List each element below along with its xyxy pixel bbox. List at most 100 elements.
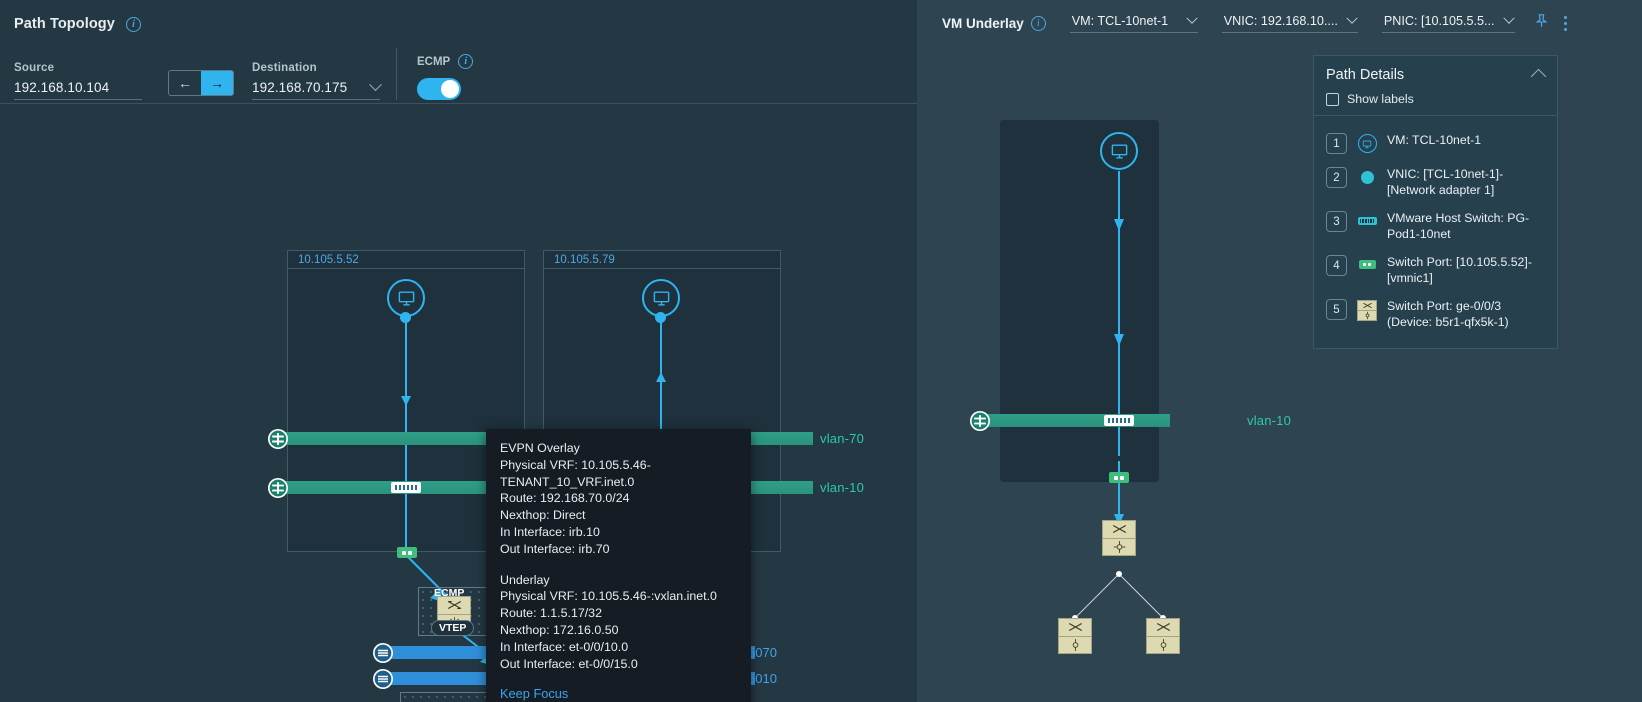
underlay-host-box[interactable] (1000, 120, 1159, 482)
router-icon (1160, 638, 1166, 651)
vxlan-5010-endpoint-icon[interactable] (373, 669, 393, 689)
step-text: VMware Host Switch: PG-Pod1-10net (1387, 211, 1530, 241)
underlay-vlan-endpoint-icon[interactable] (970, 411, 990, 431)
spine-1-router (1059, 637, 1091, 654)
tooltip-spacer (500, 558, 737, 572)
info-icon[interactable]: i (126, 17, 142, 32)
show-labels-checkbox[interactable]: Show labels (1326, 92, 1545, 106)
tooltip-line: Nexthop: 172.16.0.50 (500, 622, 619, 637)
vlan-70-endpoint-icon[interactable] (268, 429, 288, 449)
vm-icon (1356, 134, 1378, 153)
ecmp-toggle[interactable] (417, 78, 461, 100)
nic-pin (394, 485, 398, 490)
tooltip-section2-title: Underlay (500, 572, 550, 587)
nic-pin (1123, 418, 1127, 423)
chevron-down-icon[interactable] (369, 78, 382, 92)
path-topology-header: Path Topology i Source 192.168.10.104 ← … (0, 0, 917, 104)
underlay-spine-node-1[interactable] (1058, 618, 1092, 654)
pnic-dropdown[interactable]: PNIC: [10.105.5.5... (1381, 12, 1515, 33)
ecmp-node-label: ECMP (434, 587, 465, 599)
vm-node-1-dot (400, 312, 411, 323)
nic-pin (406, 485, 410, 490)
underlay-leaf-node[interactable] (1102, 520, 1136, 556)
path-detail-item-1[interactable]: 1 VM: TCL-10net-1 (1314, 126, 1557, 160)
vlan-10-nic-chip[interactable] (391, 482, 421, 493)
checkbox-box (1326, 92, 1339, 106)
nic-pin (1115, 418, 1119, 423)
direction-backward-button[interactable]: ← (169, 71, 201, 95)
step-text: VNIC: [TCL-10net-1]-[Network adapter 1] (1387, 167, 1504, 197)
vm-node-2-dot (655, 312, 666, 323)
source-input[interactable]: 192.168.10.104 (14, 80, 142, 100)
path-detail-item-3[interactable]: 3 VMware Host Switch: PG-Pod1-10net (1314, 204, 1557, 248)
vm-icon-circle (1357, 134, 1377, 153)
path-hop-tooltip[interactable]: EVPN Overlay Physical VRF: 10.105.5.46- … (486, 429, 751, 702)
kebab-dot (1563, 15, 1567, 19)
vm-underlay-title: VM Underlay (942, 15, 1024, 31)
direction-toggle[interactable]: ← → (168, 70, 234, 96)
path-detail-item-4[interactable]: 4 Switch Port: [10.105.5.52]-[vmnic1] (1314, 248, 1557, 292)
toggle-knob (441, 80, 459, 98)
source-label: Source (14, 62, 55, 74)
underlay-vm-node[interactable] (1100, 132, 1138, 170)
vlan-10-endpoint-icon[interactable] (268, 478, 288, 498)
destination-label: Destination (252, 62, 317, 74)
chevron-down-icon (1502, 12, 1515, 24)
panel-title-text: Path Topology (14, 16, 115, 32)
vtep-node-1-label[interactable]: VTEP (431, 620, 475, 636)
switch-icon (447, 601, 461, 610)
pin-icon[interactable] (1533, 12, 1550, 34)
pnic-dropdown-value: PNIC: [10.105.5.5... (1383, 13, 1495, 28)
destination-input[interactable]: 192.168.70.175 (252, 78, 382, 100)
path-detail-item-2[interactable]: 2 VNIC: [TCL-10net-1]-[Network adapter 1… (1314, 160, 1557, 204)
vnic-dropdown[interactable]: VNIC: 192.168.10.... (1221, 12, 1358, 33)
tooltip-line: Physical VRF: 10.105.5.46- (500, 457, 651, 472)
kebab-dot (1563, 21, 1567, 25)
step-text: Switch Port: ge-0/0/3 (Device: b5r1-qfx5… (1387, 299, 1509, 329)
source-field: Source 192.168.10.104 (14, 62, 142, 100)
tooltip-pointer (606, 696, 634, 702)
host-1-label: 10.105.5.52 (288, 251, 524, 269)
underlay-spine-node-2[interactable] (1146, 618, 1180, 654)
monitor-icon (1111, 143, 1127, 159)
host-1-uplink-port[interactable] (397, 547, 417, 558)
vm-underlay-info-icon[interactable]: i (1030, 15, 1046, 31)
direction-forward-button[interactable]: → (201, 71, 233, 95)
nic-pin (1119, 418, 1123, 423)
nic-pin (398, 485, 402, 490)
tooltip-line: In Interface: irb.10 (500, 524, 600, 539)
spine-1-switch (1059, 619, 1091, 637)
host-2-label: 10.105.5.79 (544, 251, 780, 269)
tooltip-line: In Interface: et-0/0/10.0 (500, 639, 629, 654)
topology-canvas[interactable]: 10.105.5.52 10.105.5.79 vlan-70 vlan-10 … (0, 104, 917, 702)
switch-icon (1112, 525, 1126, 534)
tooltip-line: Nexthop: Direct (500, 508, 586, 523)
spine-2-router (1147, 637, 1179, 654)
monitor-icon (653, 290, 669, 306)
kebab-dot (1563, 27, 1567, 31)
vxlan-5070-endpoint-icon[interactable] (373, 643, 393, 663)
step-number: 1 (1326, 133, 1347, 154)
ecmp-info-icon[interactable]: i (458, 54, 474, 69)
path-detail-item-5[interactable]: 5 Switch Port: ge-0/0/3 (Device: b5r1-qf… (1314, 292, 1557, 336)
nic-pin (1107, 418, 1111, 423)
switch-icon (1156, 623, 1170, 632)
switch-port-shape (1358, 260, 1376, 269)
underlay-nic-chip[interactable] (1104, 415, 1134, 426)
dot-shape (1360, 171, 1374, 184)
tooltip-line: Out Interface: irb.70 (500, 541, 610, 556)
tooltip-line: TENANT_10_VRF.inet.0 (500, 474, 635, 489)
host-switch-icon (1356, 212, 1378, 225)
vm-dropdown-value: VM: TCL-10net-1 (1071, 13, 1169, 28)
underlay-vlan-10-label: vlan-10 (1247, 413, 1292, 428)
show-labels-label: Show labels (1347, 92, 1414, 106)
leaf-switch (1103, 521, 1135, 539)
step-text: VM: TCL-10net-1 (1387, 133, 1482, 147)
tunnel-icon (374, 644, 392, 662)
underlay-vlan-10-bar[interactable] (982, 414, 1170, 427)
source-value: 192.168.10.104 (14, 80, 110, 95)
step-text: Switch Port: [10.105.5.52]-[vmnic1] (1387, 255, 1532, 285)
vm-dropdown[interactable]: VM: TCL-10net-1 (1069, 12, 1198, 33)
kebab-menu-icon[interactable] (1563, 15, 1567, 31)
underlay-uplink-port[interactable] (1109, 472, 1129, 483)
